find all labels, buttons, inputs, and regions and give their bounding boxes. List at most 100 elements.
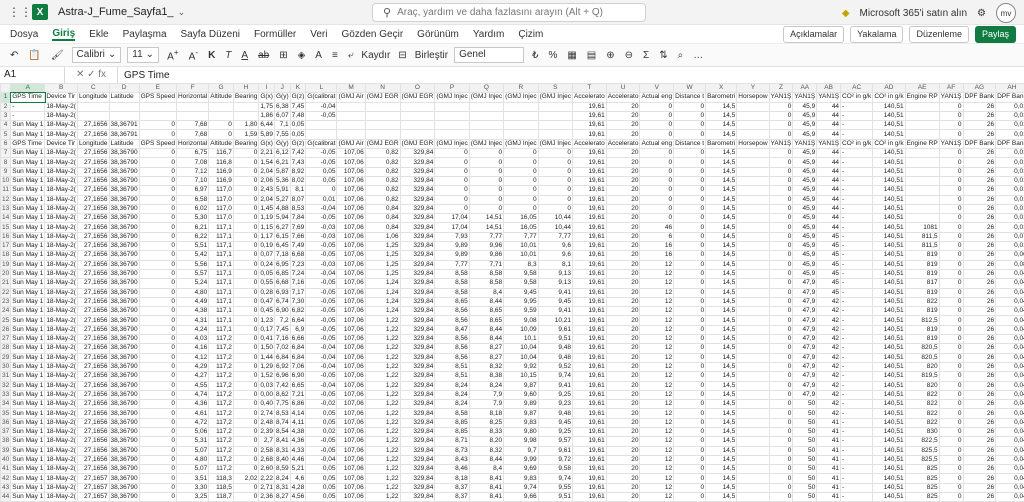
cell[interactable]: 5,87 — [274, 167, 290, 176]
cell[interactable]: Sun May 1 — [11, 260, 45, 269]
cell[interactable]: 44 — [817, 111, 841, 120]
cell[interactable]: Sun May 1 — [11, 251, 45, 260]
autosum-icon[interactable]: Σ — [641, 50, 651, 61]
cell[interactable]: 2,04 — [259, 167, 275, 176]
cell[interactable]: Sun May 1 — [11, 409, 45, 418]
cell[interactable]: 12 — [640, 335, 674, 344]
cell[interactable]: 9,74 — [504, 483, 538, 492]
underline-icon[interactable]: A — [239, 50, 250, 61]
decrease-font-icon[interactable]: A- — [187, 47, 200, 62]
cell[interactable] — [504, 130, 538, 139]
cell[interactable]: -0,05 — [306, 214, 337, 223]
cell[interactable]: 0,00 — [259, 390, 275, 399]
cell[interactable]: 9,6 — [538, 251, 572, 260]
cell[interactable]: 0,01 — [996, 223, 1024, 232]
row-header[interactable]: 42 — [1, 474, 11, 483]
cell[interactable]: 9,52 — [538, 362, 572, 371]
cell[interactable]: 0 — [674, 390, 706, 399]
cell[interactable]: 0,05 — [306, 493, 337, 502]
cell[interactable]: 47,9 — [793, 381, 817, 390]
cell[interactable]: -0,05 — [306, 390, 337, 399]
cell[interactable]: 0 — [674, 260, 706, 269]
cell[interactable]: -0,04 — [306, 269, 337, 278]
cell[interactable] — [538, 121, 572, 130]
cell[interactable]: 0,03 — [259, 381, 275, 390]
cell[interactable]: 18-May-2( — [45, 437, 78, 446]
cell[interactable]: 0,04 — [996, 465, 1024, 474]
cell[interactable]: 117,1 — [209, 316, 234, 325]
cell[interactable]: 46 — [640, 223, 674, 232]
cell[interactable]: 26 — [963, 390, 996, 399]
cell[interactable]: 0 — [504, 195, 538, 204]
cell[interactable]: 0,05 — [259, 269, 275, 278]
cell[interactable]: 140,51 — [873, 474, 905, 483]
cell[interactable]: 1,25 — [365, 251, 400, 260]
cell[interactable]: 45,9 — [793, 158, 817, 167]
cell[interactable]: Sun May 1 — [11, 418, 45, 427]
cell[interactable]: 0 — [939, 288, 963, 297]
cell[interactable]: Distance t — [674, 139, 706, 148]
cell[interactable]: Horsepow — [737, 93, 769, 102]
cell[interactable]: (GMJ EGR — [365, 139, 400, 148]
cell[interactable]: 5,57 — [176, 269, 208, 278]
cell[interactable]: G(z) — [290, 139, 306, 148]
cell[interactable]: 20 — [606, 381, 640, 390]
cell[interactable]: 42 — [817, 316, 841, 325]
cell[interactable]: 12 — [640, 288, 674, 297]
cell[interactable] — [737, 232, 769, 241]
cell[interactable]: YAN1Ş — [793, 93, 817, 102]
cell[interactable] — [905, 195, 939, 204]
cell[interactable] — [737, 121, 769, 130]
cell[interactable]: 26 — [963, 111, 996, 120]
cell[interactable]: 20 — [606, 344, 640, 353]
cell[interactable]: 0 — [233, 167, 258, 176]
cell[interactable]: 14,5 — [706, 483, 737, 492]
comments-button[interactable]: Açıklamalar — [783, 26, 844, 43]
cell[interactable]: 0,01 — [996, 176, 1024, 185]
row-header[interactable]: 40 — [1, 455, 11, 464]
cell[interactable]: 0 — [640, 111, 674, 120]
cell[interactable]: 8,37 — [435, 483, 469, 492]
row-header[interactable]: 1 — [1, 93, 11, 102]
cell[interactable]: 0 — [233, 400, 258, 409]
cell[interactable]: 4,11 — [290, 418, 306, 427]
cell[interactable]: 107,06 — [337, 418, 365, 427]
cell[interactable]: -0,03 — [306, 232, 337, 241]
row-header[interactable]: 17 — [1, 242, 11, 251]
cell[interactable]: 329,84 — [400, 149, 435, 158]
cell[interactable]: 20 — [606, 288, 640, 297]
cell[interactable]: 140,51 — [873, 437, 905, 446]
cell[interactable]: 45,9 — [793, 102, 817, 111]
cell[interactable]: 7,69 — [290, 223, 306, 232]
cell[interactable]: 0,04 — [996, 483, 1024, 492]
cell[interactable]: 26 — [963, 242, 996, 251]
cell[interactable]: 0 — [233, 344, 258, 353]
cell[interactable]: 9,89 — [435, 242, 469, 251]
cell[interactable]: 26 — [963, 232, 996, 241]
cell[interactable]: - — [841, 474, 873, 483]
cell[interactable]: 7,16 — [290, 279, 306, 288]
cell[interactable] — [176, 111, 208, 120]
cell[interactable]: Horizontal — [176, 93, 208, 102]
cell[interactable]: 8,44 — [469, 325, 503, 334]
cell[interactable]: Sun May 1 — [11, 242, 45, 251]
cell[interactable]: 0,05 — [306, 418, 337, 427]
cell[interactable]: 14,51 — [469, 223, 503, 232]
cell[interactable]: Barometri — [706, 93, 737, 102]
cell[interactable]: Device Tir — [45, 139, 78, 148]
cell[interactable]: 820,5 — [905, 344, 939, 353]
cell[interactable]: 16 — [640, 242, 674, 251]
cell[interactable]: 8,18 — [435, 474, 469, 483]
cell[interactable]: 12 — [640, 390, 674, 399]
cell[interactable]: -0,03 — [306, 260, 337, 269]
cell[interactable]: 0 — [674, 204, 706, 213]
cell[interactable]: 18-May-2( — [45, 465, 78, 474]
cell[interactable]: 140,51 — [873, 465, 905, 474]
cell[interactable] — [737, 372, 769, 381]
cell[interactable]: 0 — [674, 186, 706, 195]
column-header[interactable]: A — [11, 84, 45, 93]
cell[interactable]: 8,25 — [469, 418, 503, 427]
cell[interactable]: 0 — [939, 214, 963, 223]
cell[interactable]: 5,89 — [259, 130, 275, 139]
cell[interactable] — [233, 111, 258, 120]
